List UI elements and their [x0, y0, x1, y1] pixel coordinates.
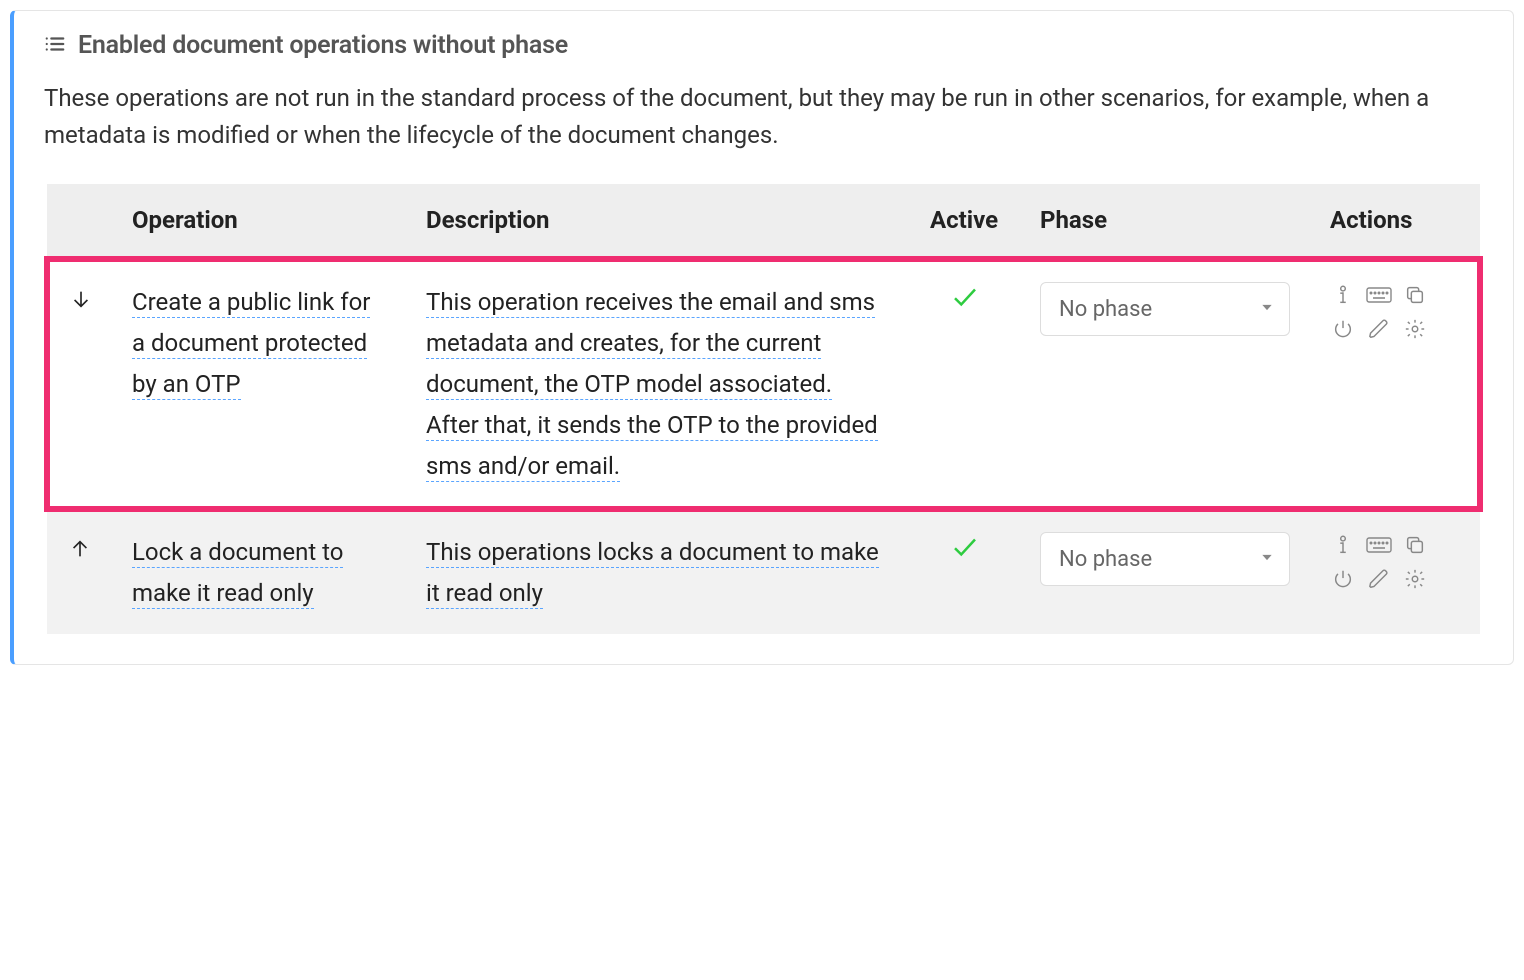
- actions-cell: [1310, 259, 1480, 509]
- operation-link[interactable]: Create a public link for a document prot…: [132, 288, 370, 400]
- col-phase: Phase: [1020, 184, 1310, 259]
- operation-link[interactable]: Lock a document to make it read only: [132, 538, 343, 609]
- panel-title: Enabled document operations without phas…: [78, 31, 568, 60]
- active-cell: [910, 509, 1020, 634]
- list-icon: [44, 33, 66, 59]
- copy-icon[interactable]: [1402, 532, 1428, 558]
- chevron-down-icon: [1259, 547, 1275, 572]
- edit-icon[interactable]: [1366, 566, 1392, 592]
- panel-header: Enabled document operations without phas…: [44, 31, 1483, 60]
- info-icon[interactable]: [1330, 532, 1356, 558]
- check-icon: [950, 290, 980, 318]
- active-cell: [910, 259, 1020, 509]
- col-operation: Operation: [112, 184, 406, 259]
- keyboard-icon[interactable]: [1366, 282, 1392, 308]
- keyboard-icon[interactable]: [1366, 532, 1392, 558]
- arrow-down-icon[interactable]: [70, 282, 92, 316]
- move-cell: [47, 259, 112, 509]
- col-move: [47, 184, 112, 259]
- operations-table: Operation Description Active Phase Actio…: [44, 184, 1483, 634]
- gear-icon[interactable]: [1402, 316, 1428, 342]
- power-icon[interactable]: [1330, 316, 1356, 342]
- move-cell: [47, 509, 112, 634]
- actions-cell: [1310, 509, 1480, 634]
- action-icons: [1330, 532, 1460, 592]
- table-row: Lock a document to make it read only Thi…: [47, 509, 1480, 634]
- table-header-row: Operation Description Active Phase Actio…: [47, 184, 1480, 259]
- phase-select[interactable]: No phase: [1040, 532, 1290, 586]
- phase-select[interactable]: No phase: [1040, 282, 1290, 336]
- description-cell: This operation receives the email and sm…: [406, 259, 910, 509]
- phase-cell: No phase: [1020, 509, 1310, 634]
- operation-cell: Create a public link for a document prot…: [112, 259, 406, 509]
- description-link[interactable]: This operation receives the email and sm…: [426, 288, 878, 481]
- phase-select-value: No phase: [1059, 547, 1152, 572]
- edit-icon[interactable]: [1366, 316, 1392, 342]
- operations-panel: Enabled document operations without phas…: [10, 10, 1514, 665]
- action-icons: [1330, 282, 1457, 342]
- chevron-down-icon: [1259, 297, 1275, 322]
- gear-icon[interactable]: [1402, 566, 1428, 592]
- table-row: Create a public link for a document prot…: [47, 259, 1480, 509]
- description-cell: This operations locks a document to make…: [406, 509, 910, 634]
- info-icon[interactable]: [1330, 282, 1356, 308]
- panel-description: These operations are not run in the stan…: [44, 80, 1483, 154]
- col-description: Description: [406, 184, 910, 259]
- description-link[interactable]: This operations locks a document to make…: [426, 538, 879, 609]
- col-active: Active: [910, 184, 1020, 259]
- arrow-up-icon[interactable]: [69, 532, 91, 566]
- operation-cell: Lock a document to make it read only: [112, 509, 406, 634]
- power-icon[interactable]: [1330, 566, 1356, 592]
- col-actions: Actions: [1310, 184, 1480, 259]
- copy-icon[interactable]: [1402, 282, 1428, 308]
- phase-select-value: No phase: [1059, 297, 1152, 322]
- phase-cell: No phase: [1020, 259, 1310, 509]
- check-icon: [950, 540, 980, 568]
